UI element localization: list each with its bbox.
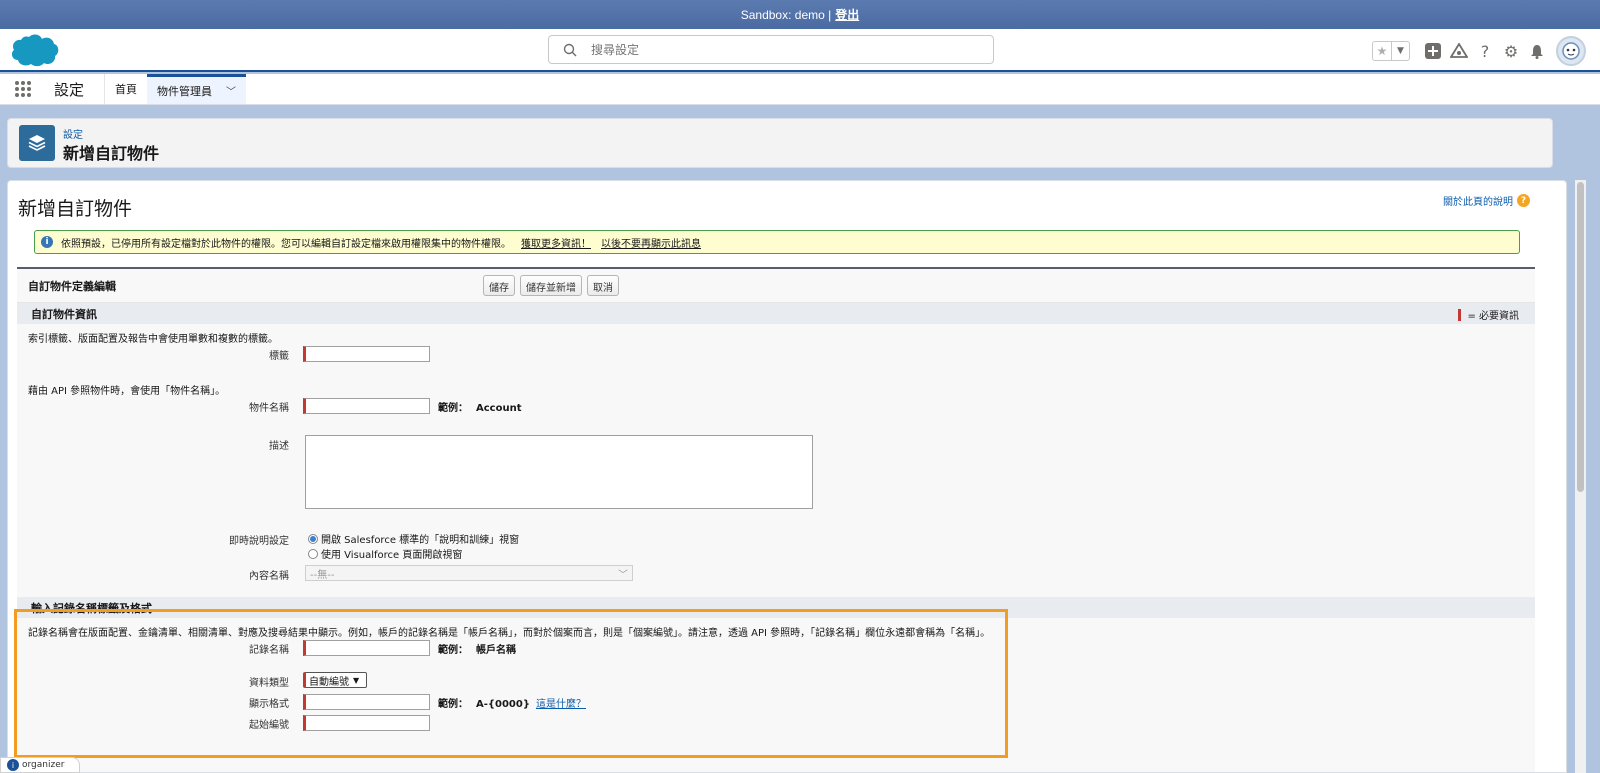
save-button[interactable]: 儲存 <box>483 275 515 296</box>
tab-home-label: 首頁 <box>115 83 138 96</box>
trailhead-icon[interactable] <box>1446 38 1472 64</box>
object-name-input[interactable] <box>303 398 430 414</box>
page-title: 新增自訂物件 <box>63 144 160 163</box>
main-panel: 新增自訂物件 關於此頁的說明 ? i 依照預設，已停用所有設定檔對於此物件的權限… <box>7 180 1567 773</box>
logout-link[interactable]: 登出 <box>835 6 859 23</box>
global-header: ★ ▼ ? ⚙ <box>0 29 1600 72</box>
section-object-info-title: 自訂物件資訊 <box>31 307 97 321</box>
radio-standard-help[interactable]: 開啟 Salesforce 標準的「說明和訓練」視窗 <box>308 531 519 546</box>
chevron-down-icon[interactable]: ﹀ <box>226 83 236 98</box>
required-legend-text: = 必要資訊 <box>1467 311 1519 322</box>
tab-object-manager[interactable]: 物件管理員 ﹀ <box>147 74 247 104</box>
section-record-name-title: 輸入記錄名稱標籤及格式 <box>31 601 152 615</box>
button-row: 儲存 儲存並新增 取消 <box>483 275 619 296</box>
display-format-input[interactable] <box>303 694 430 710</box>
page-header: 設定 新增自訂物件 <box>7 118 1553 168</box>
tab-object-manager-label: 物件管理員 <box>157 84 213 98</box>
header-icons: ★ ▼ ? ⚙ <box>1372 36 1586 66</box>
add-icon[interactable] <box>1420 38 1446 64</box>
api-note: 藉由 API 參照物件時，會使用「物件名稱」。 <box>28 386 226 397</box>
search-icon <box>563 43 577 56</box>
section-object-info: 自訂物件資訊 = 必要資訊 <box>17 303 1535 324</box>
gear-icon[interactable]: ⚙ <box>1498 38 1524 64</box>
bell-icon[interactable] <box>1524 38 1550 64</box>
save-new-button[interactable]: 儲存並新增 <box>520 275 582 296</box>
record-name-example: 範例： 帳戶名稱 <box>438 641 516 656</box>
info-icon: i <box>41 236 53 248</box>
data-type-value: 自動編號 <box>309 676 349 688</box>
description-label: 描述 <box>269 441 289 452</box>
form-header: 自訂物件定義編輯 儲存 儲存並新增 取消 <box>17 269 1535 303</box>
chevron-down-icon: ﹀ <box>618 569 628 581</box>
content-name-label: 內容名稱 <box>249 571 289 582</box>
salesforce-logo-icon[interactable] <box>9 33 59 67</box>
content-name-select: --無-- ﹀ <box>305 565 633 581</box>
section-record-name: 輸入記錄名稱標籤及格式 <box>17 597 1535 618</box>
label-field-label: 標籤 <box>269 351 289 362</box>
help-setting-label: 即時說明設定 <box>229 536 289 547</box>
label-input[interactable] <box>303 346 430 362</box>
radio-visualforce[interactable]: 使用 Visualforce 頁面開啟視窗 <box>308 546 462 561</box>
data-type-select[interactable]: 自動編號 ▼ <box>303 672 367 688</box>
custom-object-form: 自訂物件定義編輯 儲存 儲存並新增 取消 自訂物件資訊 = 必要資訊 索引標籤、… <box>17 267 1535 772</box>
example-value: A-{0000} <box>476 699 530 710</box>
layers-icon <box>19 125 55 161</box>
required-marker <box>1458 308 1462 321</box>
form-title: 自訂物件定義編輯 <box>28 279 116 293</box>
help-for-page-link[interactable]: 關於此頁的說明 ? <box>1443 193 1530 208</box>
what-is-this-link[interactable]: 這是什麼？ <box>536 699 586 710</box>
record-name-input[interactable] <box>303 640 430 656</box>
radio-visualforce-label: 使用 Visualforce 頁面開啟視窗 <box>321 550 463 561</box>
cancel-button[interactable]: 取消 <box>587 275 619 296</box>
label-note: 索引標籤、版面配置及報告中會使用單數和複數的標籤。 <box>28 334 278 345</box>
search-box[interactable] <box>548 35 994 64</box>
example-value: 帳戶名稱 <box>476 645 516 656</box>
app-name: 設定 <box>46 74 106 104</box>
dont-show-again-link[interactable]: 以後不要再顯示此訊息 <box>601 235 701 250</box>
chevron-down-icon[interactable]: ▼ <box>1391 42 1409 60</box>
radio-visualforce-control[interactable] <box>308 548 318 559</box>
display-format-label: 顯示格式 <box>249 699 289 710</box>
object-name-label: 物件名稱 <box>249 403 289 414</box>
section-object-info-body: 索引標籤、版面配置及報告中會使用單數和複數的標籤。 標籤 藉由 API 參照物件… <box>17 324 1535 764</box>
description-textarea[interactable] <box>305 435 813 509</box>
display-format-example: 範例： A-{0000} 這是什麼？ <box>438 695 586 710</box>
example-label: 範例： <box>438 645 468 656</box>
example-label: 範例： <box>438 403 468 414</box>
record-name-label: 記錄名稱 <box>249 645 289 656</box>
start-number-input[interactable] <box>303 715 430 731</box>
chevron-down-icon: ▼ <box>353 675 360 685</box>
learn-more-link[interactable]: 獲取更多資訊！ <box>521 235 591 250</box>
tab-home[interactable]: 首頁 <box>105 74 147 104</box>
help-icon[interactable]: ? <box>1472 38 1498 64</box>
organizer-label: organizer <box>22 760 65 770</box>
help-link-label: 關於此頁的說明 <box>1443 197 1513 208</box>
scrollbar-thumb[interactable] <box>1577 182 1584 492</box>
info-banner: i 依照預設，已停用所有設定檔對於此物件的權限。您可以編輯自訂設定檔來啟用權限集… <box>34 230 1520 254</box>
sandbox-bar: Sandbox: demo | 登出 <box>0 0 1600 29</box>
content-name-select-value: --無-- <box>310 569 335 581</box>
search-input[interactable] <box>591 42 971 57</box>
avatar[interactable] <box>1556 36 1586 66</box>
favorites-group[interactable]: ★ ▼ <box>1372 41 1410 61</box>
nav-bar: 設定 首頁 物件管理員 ﹀ <box>0 74 1600 105</box>
object-name-example: 範例： Account <box>438 399 521 414</box>
example-label: 範例： <box>438 699 468 710</box>
breadcrumb[interactable]: 設定 <box>63 126 83 141</box>
radio-standard-help-control[interactable] <box>308 533 318 544</box>
star-icon[interactable]: ★ <box>1373 42 1391 60</box>
radio-standard-help-label: 開啟 Salesforce 標準的「說明和訓練」視窗 <box>321 535 520 546</box>
sandbox-label: Sandbox: demo | <box>740 7 832 22</box>
app-launcher-icon[interactable] <box>0 74 46 104</box>
start-number-label: 起始編號 <box>249 720 289 731</box>
question-icon: ? <box>1517 194 1530 207</box>
example-value: Account <box>476 403 522 414</box>
main-title: 新增自訂物件 <box>18 198 133 220</box>
record-name-note: 記錄名稱會在版面配置、金鑰清單、相關清單、對應及搜尋結果中顯示。例如，帳戶的記錄… <box>28 628 991 639</box>
organizer-icon: i <box>7 759 19 771</box>
required-legend: = 必要資訊 <box>1458 307 1519 322</box>
banner-text: 依照預設，已停用所有設定檔對於此物件的權限。您可以編輯自訂設定檔來啟用權限集中的… <box>61 238 511 250</box>
data-type-label: 資料類型 <box>249 678 289 689</box>
organizer-tab[interactable]: i organizer <box>0 757 80 773</box>
